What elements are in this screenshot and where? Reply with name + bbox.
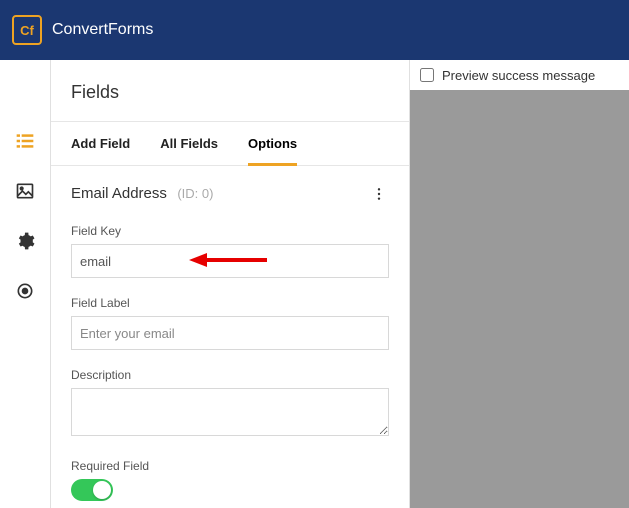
- tab-options[interactable]: Options: [248, 122, 297, 165]
- preview-success-row: Preview success message: [410, 60, 629, 90]
- required-toggle[interactable]: [71, 479, 113, 501]
- side-nav: [0, 60, 50, 508]
- preview-panel: Preview success message: [410, 60, 629, 508]
- toggle-knob: [93, 481, 111, 499]
- field-label-group: Field Label: [71, 296, 389, 350]
- panel-tabs: Add Field All Fields Options: [51, 122, 409, 166]
- gear-icon[interactable]: [14, 230, 36, 252]
- field-key-input[interactable]: [71, 244, 389, 278]
- target-icon[interactable]: [14, 280, 36, 302]
- fields-icon[interactable]: [14, 130, 36, 152]
- kebab-icon[interactable]: [369, 184, 389, 204]
- description-textarea[interactable]: [71, 388, 389, 436]
- field-label-label: Field Label: [71, 296, 389, 310]
- preview-success-label: Preview success message: [442, 68, 595, 83]
- required-field-label: Required Field: [71, 459, 389, 473]
- tab-add-field[interactable]: Add Field: [71, 122, 130, 165]
- field-label-input[interactable]: [71, 316, 389, 350]
- description-label: Description: [71, 368, 389, 382]
- panel-title: Fields: [51, 60, 409, 121]
- image-icon[interactable]: [14, 180, 36, 202]
- required-group: Required Field: [71, 459, 389, 501]
- preview-success-checkbox[interactable]: [420, 68, 434, 82]
- field-id-text: (ID: 0): [177, 186, 213, 201]
- app-brand-name: ConvertForms: [52, 21, 153, 39]
- app-header: Cf ConvertForms: [0, 0, 629, 60]
- tab-all-fields[interactable]: All Fields: [160, 122, 218, 165]
- description-group: Description: [71, 368, 389, 441]
- app-logo: Cf: [12, 15, 42, 45]
- field-type-title: Email Address: [71, 185, 167, 202]
- field-key-label: Field Key: [71, 224, 389, 238]
- fields-panel: Fields Add Field All Fields Options Emai…: [50, 60, 410, 508]
- field-key-group: Field Key: [71, 224, 389, 278]
